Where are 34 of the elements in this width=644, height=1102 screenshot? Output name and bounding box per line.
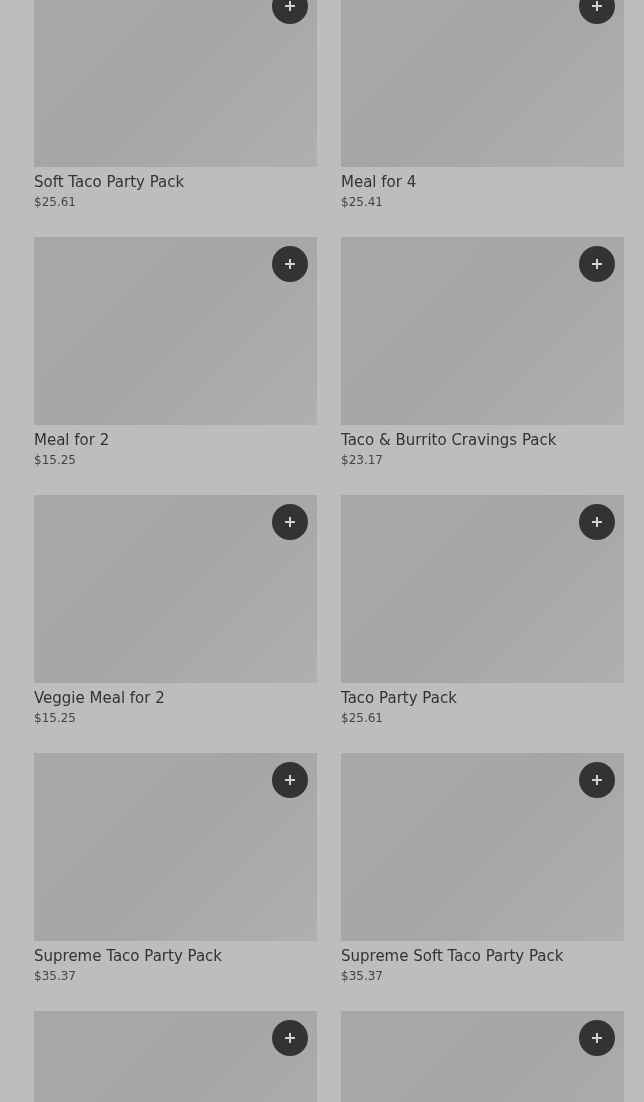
add-button[interactable] (272, 762, 308, 798)
plus-icon (591, 516, 603, 528)
add-button[interactable] (272, 504, 308, 540)
plus-icon (284, 774, 296, 786)
product-title: Meal for 4 (341, 172, 418, 193)
product-title: Supreme Taco Party Pack (34, 946, 224, 967)
plus-icon (591, 1032, 603, 1044)
product-price: $23.17 (341, 452, 384, 469)
plus-icon (284, 258, 296, 270)
plus-icon (284, 516, 296, 528)
add-button[interactable] (272, 1020, 308, 1056)
product-price: $35.37 (34, 968, 77, 985)
add-button[interactable] (272, 246, 308, 282)
product-price: $25.61 (341, 710, 384, 727)
product-price: $25.61 (34, 194, 77, 211)
add-button[interactable] (579, 246, 615, 282)
plus-icon (591, 258, 603, 270)
add-button[interactable] (579, 504, 615, 540)
product-title: Veggie Meal for 2 (34, 688, 166, 709)
product-title: Taco Party Pack (341, 688, 458, 709)
product-title: Meal for 2 (34, 430, 111, 451)
product-price: $35.37 (341, 968, 384, 985)
add-button[interactable] (579, 762, 615, 798)
plus-icon (284, 0, 296, 12)
product-price: $15.25 (34, 710, 77, 727)
plus-icon (284, 1032, 296, 1044)
product-title: Taco & Burrito Cravings Pack (341, 430, 558, 451)
add-button[interactable] (579, 1020, 615, 1056)
plus-icon (591, 774, 603, 786)
product-price: $15.25 (34, 452, 77, 469)
product-price: $25.41 (341, 194, 384, 211)
product-title: Soft Taco Party Pack (34, 172, 186, 193)
product-title: Supreme Soft Taco Party Pack (341, 946, 565, 967)
plus-icon (591, 0, 603, 12)
